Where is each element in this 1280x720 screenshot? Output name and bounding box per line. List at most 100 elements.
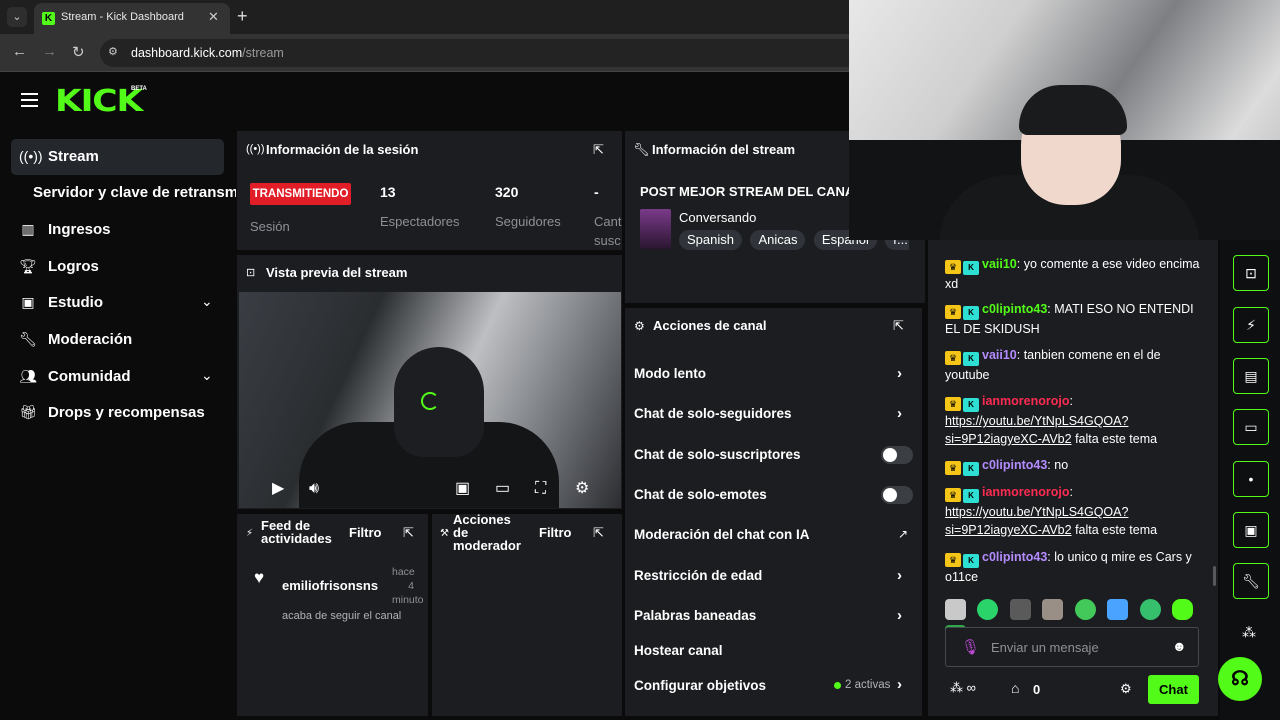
- send-chat-button[interactable]: Chat: [1148, 675, 1199, 704]
- tag[interactable]: Spanish: [679, 230, 742, 250]
- sidebar-item-estudio[interactable]: ▣ Estudio ⌄: [11, 285, 224, 321]
- chevron-right-icon[interactable]: ›: [897, 607, 902, 624]
- emote-icon[interactable]: [1042, 599, 1064, 620]
- action-banned-words[interactable]: Palabras baneadas: [634, 608, 756, 623]
- emote-icon[interactable]: [1107, 599, 1129, 620]
- category-name[interactable]: Conversando: [679, 210, 756, 225]
- emote-icon[interactable]: [977, 599, 999, 620]
- rail-document-icon[interactable]: ▤: [1233, 358, 1269, 394]
- kick-logo[interactable]: KICK: [55, 84, 143, 119]
- fullscreen-icon[interactable]: ⛶: [535, 480, 546, 498]
- emote-bar: [945, 599, 1205, 646]
- chat-username[interactable]: ianmorenorojo: [982, 485, 1070, 499]
- rail-wrench-icon[interactable]: 🔧︎: [1233, 563, 1269, 599]
- microphone-icon[interactable]: 🎙︎: [961, 638, 980, 656]
- chat-username[interactable]: c0lipinto43: [982, 302, 1047, 316]
- mod-filter-button[interactable]: Filtro: [539, 525, 572, 540]
- chevron-right-icon[interactable]: ›: [897, 405, 902, 422]
- sidebar-item-ingresos[interactable]: ▥ Ingresos: [11, 212, 224, 248]
- chat-username[interactable]: ianmorenorojo: [982, 394, 1070, 408]
- close-tab-icon[interactable]: ✕: [208, 9, 219, 25]
- popout-icon[interactable]: ⇱: [403, 525, 414, 541]
- back-icon[interactable]: ←: [12, 43, 27, 60]
- feed-user[interactable]: emiliofrisonsns: [282, 578, 378, 593]
- rail-broadcast-icon[interactable]: •: [1233, 461, 1269, 497]
- action-age-restriction[interactable]: Restricción de edad: [634, 568, 762, 583]
- chat-username[interactable]: c0lipinto43: [982, 550, 1047, 564]
- new-tab-icon[interactable]: +: [237, 6, 248, 27]
- url-path: /stream: [242, 46, 284, 60]
- theater-icon[interactable]: ▭: [495, 478, 510, 498]
- external-link-icon[interactable]: ↗: [898, 527, 908, 541]
- address-bar[interactable]: ⚙ dashboard.kick.com/stream: [100, 39, 860, 67]
- rail-lightning-icon[interactable]: ⚡︎: [1233, 307, 1269, 343]
- feed-filter-button[interactable]: Filtro: [349, 525, 382, 540]
- action-slow-mode[interactable]: Modo lento: [634, 366, 706, 381]
- emote-icon[interactable]: [945, 599, 966, 620]
- action-ai-moderation[interactable]: Moderación del chat con IA: [634, 527, 810, 542]
- action-subs-only: Chat de solo-suscriptores: [634, 447, 801, 462]
- subs-only-toggle[interactable]: [881, 446, 913, 464]
- pip-icon[interactable]: ▣: [455, 478, 470, 498]
- sidebar-item-logros[interactable]: 🏆︎ Logros: [11, 249, 224, 285]
- popout-icon[interactable]: ⇱: [593, 142, 604, 158]
- category-thumbnail[interactable]: [640, 209, 671, 249]
- rail-community-icon[interactable]: ⁂: [1242, 624, 1256, 641]
- feed-event: acaba de seguir el canal: [282, 610, 402, 622]
- camera-icon: ⊡: [246, 267, 256, 279]
- emotes-only-toggle[interactable]: [881, 486, 913, 504]
- site-info-icon[interactable]: ⚙: [108, 45, 118, 58]
- chat-username[interactable]: c0lipinto43: [982, 458, 1047, 472]
- feed-time-line: hace: [392, 566, 415, 578]
- forward-icon[interactable]: →: [42, 43, 57, 60]
- rail-chat-icon[interactable]: ▭: [1233, 409, 1269, 445]
- chat-settings-gear-icon[interactable]: ⚙: [1120, 681, 1132, 697]
- chevron-right-icon[interactable]: ›: [897, 676, 902, 693]
- chat-username[interactable]: vaii10: [982, 257, 1017, 271]
- settings-gear-icon[interactable]: ⚙: [575, 478, 589, 498]
- sidebar-item-label: Comunidad: [48, 368, 131, 385]
- action-goals[interactable]: Configurar objetivos: [634, 678, 766, 693]
- emoji-icon[interactable]: ☻: [1172, 638, 1187, 654]
- chat-username[interactable]: vaii10: [982, 348, 1017, 362]
- bar-chart-icon: ▥: [21, 221, 35, 237]
- sidebar-item-comunidad[interactable]: 👥︎ Comunidad ⌄: [11, 359, 224, 395]
- chat-message: ♛ Kc0lipinto43: lo unico q mire es Cars y…: [945, 548, 1205, 586]
- stream-title: POST MEJOR STREAM DEL CANAL: [640, 184, 850, 199]
- video-player[interactable]: ▶ 🔊︎ ▣ ▭ ⛶ ⚙: [239, 292, 621, 508]
- heart-icon: ♥: [254, 568, 265, 587]
- tab-search-icon[interactable]: ⌄: [7, 7, 27, 27]
- help-headset-icon[interactable]: ☊: [1218, 657, 1262, 701]
- popout-icon[interactable]: ⇱: [593, 525, 604, 541]
- emote-icon[interactable]: [1009, 599, 1031, 620]
- tag[interactable]: Anicas: [750, 230, 806, 250]
- rail-camera-icon[interactable]: ⊡: [1233, 255, 1269, 291]
- sidebar-item-server-key[interactable]: Servidor y clave de retransmisión: [11, 175, 236, 211]
- loading-spinner-icon: [421, 392, 439, 410]
- play-icon[interactable]: ▶: [272, 478, 284, 498]
- browser-tab[interactable]: K Stream - Kick Dashboard ✕: [34, 3, 230, 34]
- menu-icon[interactable]: [21, 93, 38, 107]
- stream-preview-title: Vista previa del stream: [266, 265, 408, 280]
- feed-title-line: actividades: [261, 531, 332, 546]
- popout-icon[interactable]: ⇱: [893, 318, 904, 334]
- reload-icon[interactable]: ↻: [72, 43, 85, 61]
- emote-icon[interactable]: [1172, 599, 1194, 620]
- chat-message: ♛ Kianmorenorojo: https://youtu.be/YtNpLS4…: [945, 485, 1158, 537]
- action-host-channel[interactable]: Hostear canal: [634, 643, 723, 658]
- emote-icon[interactable]: [1139, 599, 1161, 620]
- action-followers-only[interactable]: Chat de solo-seguidores: [634, 406, 792, 421]
- sidebar-item-drops[interactable]: 🎁︎ Drops y recompensas: [11, 395, 224, 431]
- action-emotes-only: Chat de solo-emotes: [634, 487, 767, 502]
- sidebar-item-stream[interactable]: ((•)) Stream: [11, 139, 224, 175]
- chevron-right-icon[interactable]: ›: [897, 365, 902, 382]
- chat-scrollbar[interactable]: [1213, 566, 1216, 586]
- chat-input[interactable]: 🎙︎ Enviar un mensaje ☻: [945, 627, 1199, 667]
- volume-icon[interactable]: 🔊︎: [309, 480, 319, 498]
- chevron-right-icon[interactable]: ›: [897, 567, 902, 584]
- points-icon[interactable]: ⁂ ∞: [950, 680, 976, 696]
- rail-studio-icon[interactable]: ▣: [1233, 512, 1269, 548]
- emote-icon[interactable]: [1074, 599, 1096, 620]
- sidebar-item-moderacion[interactable]: 🔧︎ Moderación: [11, 322, 224, 358]
- store-icon[interactable]: ⌂: [1011, 680, 1019, 696]
